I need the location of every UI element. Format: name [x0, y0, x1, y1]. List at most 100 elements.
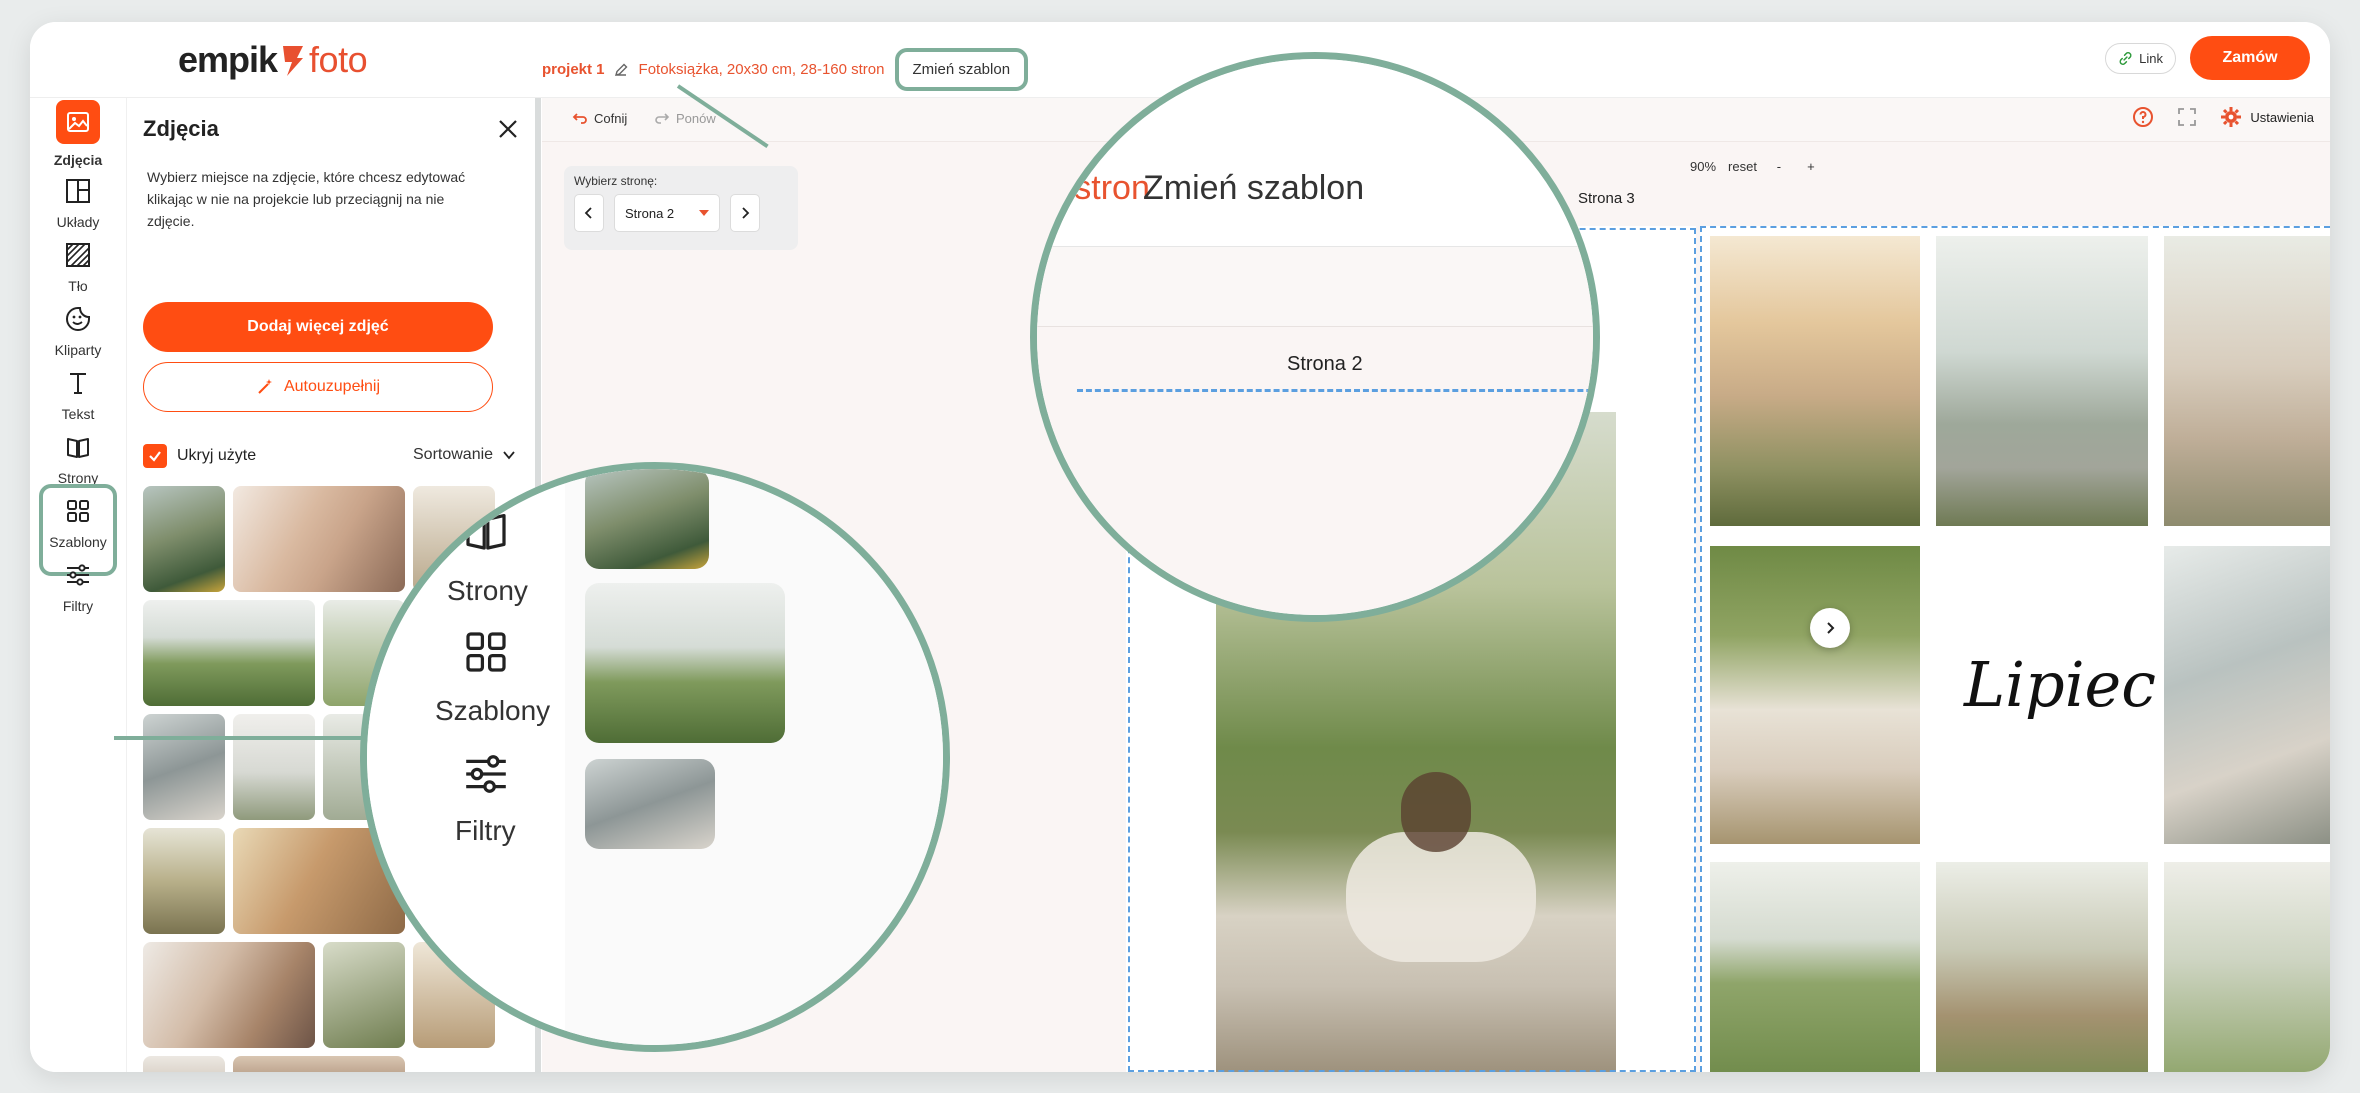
panel-hint: Wybierz miejsce na zdjęcie, które chcesz… — [147, 169, 466, 229]
prev-page-button[interactable] — [574, 194, 604, 232]
photo-thumbnail[interactable] — [143, 714, 225, 820]
callout-thumb-car — [585, 759, 715, 849]
rail-label-layouts: Układy — [56, 214, 100, 230]
redo-label: Ponów — [676, 110, 716, 126]
magic-wand-icon — [258, 379, 272, 394]
zoom-value: 90% — [1690, 158, 1717, 174]
page-3-photo-field[interactable] — [2164, 862, 2330, 1072]
page-3-photo-picnic[interactable] — [1710, 546, 1920, 844]
redo-icon — [655, 113, 670, 124]
logo-empik-text: empik — [178, 39, 278, 80]
next-page-button[interactable] — [730, 194, 760, 232]
pencil-icon[interactable] — [613, 62, 629, 78]
project-info: projekt 1 Fotoksiążka, 20x30 cm, 28-160 … — [542, 48, 1029, 91]
page-3-photo-car[interactable] — [1936, 236, 2148, 526]
zoom-out-button[interactable]: - — [1769, 156, 1789, 176]
callout-thumb-field — [585, 583, 785, 743]
undo-button[interactable]: Cofnij — [572, 110, 627, 126]
add-photos-button[interactable]: Dodaj więcej zdjęć — [143, 302, 493, 352]
link-label: Link — [2139, 50, 2163, 66]
settings-label: Ustawienia — [2250, 109, 2314, 125]
callout-project-desc: 60 stron — [1030, 169, 1150, 207]
page-3-photo-couple-kiss[interactable] — [1710, 236, 1920, 526]
chevron-down-icon — [503, 451, 515, 460]
chevron-right-icon — [742, 207, 750, 219]
callout-grid-icon — [466, 632, 506, 672]
autofill-button[interactable]: Autouzupełnij — [143, 362, 493, 412]
photo-thumbnail[interactable] — [143, 828, 225, 934]
photo-thumbnail[interactable] — [143, 942, 315, 1048]
chevron-left-icon — [584, 207, 592, 219]
photo-thumbnail[interactable] — [143, 600, 315, 706]
sort-label: Sortowanie — [413, 446, 494, 463]
toolbar-right: Ustawienia — [2132, 106, 2314, 128]
callout-label-filters: Filtry — [455, 815, 516, 846]
photo-thumbnail[interactable] — [143, 1056, 225, 1072]
callout-page-label: Strona 2 — [1287, 353, 1363, 375]
rail-label-templates: Szablony — [49, 534, 107, 550]
callout-thumb-forest — [585, 469, 709, 569]
hide-used-toggle[interactable]: Ukryj użyte — [143, 444, 256, 468]
callout-sliders-icon — [466, 755, 506, 793]
page-3-photo-couple-partial[interactable] — [2164, 236, 2330, 526]
help-icon[interactable] — [2132, 106, 2154, 128]
chevron-right-icon — [1827, 622, 1835, 634]
gear-icon — [2221, 107, 2242, 127]
order-button[interactable]: Zamów — [2190, 36, 2310, 80]
page-3[interactable]: Lipiec — [1700, 226, 2330, 1072]
empik-foto-logo[interactable]: empik foto — [178, 36, 368, 84]
share-link-button[interactable]: Link — [2105, 42, 2176, 74]
page-selector-label: Wybierz stronę: — [574, 174, 658, 188]
text-icon — [70, 373, 86, 394]
change-template-button[interactable]: Zmień szablon — [894, 48, 1029, 91]
photo-thumbnail[interactable] — [143, 486, 225, 592]
layout-icon — [66, 179, 90, 203]
photo-thumbnail[interactable] — [233, 1056, 405, 1072]
zoom-callout-templates: Strony Szablony Filtry — [360, 462, 950, 1052]
image-icon — [67, 112, 89, 132]
autofill-label: Autouzupełnij — [283, 378, 381, 395]
zoom-reset-button[interactable]: reset — [1728, 159, 1757, 174]
next-spread-button[interactable] — [1810, 608, 1850, 648]
book-icon — [67, 438, 89, 458]
zoom-in-button[interactable]: + — [1801, 156, 1821, 176]
grid-icon — [67, 500, 89, 522]
page-3-month-text[interactable]: Lipiec — [1964, 648, 2156, 721]
zoom-callout-change-template: 60 stron Zmień szablon Strona 2 — [1030, 52, 1600, 622]
callout-connector-left — [114, 736, 384, 740]
page-3-photo-carry[interactable] — [1710, 862, 1920, 1072]
sort-dropdown[interactable]: Sortowanie — [413, 446, 517, 464]
settings-button[interactable]: Ustawienia — [2220, 106, 2314, 128]
project-description: Fotoksiążka, 20x30 cm, 28-160 stron — [638, 61, 885, 78]
hide-used-label: Ukryj użyte — [177, 447, 257, 464]
rail-item-filters[interactable]: Filtry — [30, 552, 126, 632]
fullscreen-icon[interactable] — [2176, 106, 2198, 128]
project-name[interactable]: projekt 1 — [542, 61, 605, 78]
callout-change-template: Zmień szablon — [1143, 169, 1365, 207]
rail-label-filters: Filtry — [62, 598, 94, 614]
hide-used-checkbox[interactable] — [143, 444, 167, 468]
rail-label-photos: Zdjęcia — [53, 152, 103, 168]
undo-label: Cofnij — [594, 110, 628, 126]
close-icon[interactable] — [497, 118, 519, 140]
app-window: empik foto projekt 1 Fotoksiążka, 20x30 … — [30, 22, 2330, 1072]
tool-rail: Zdjęcia Układy Tło Kliparty Tekst Strony… — [30, 98, 126, 1072]
page-dropdown-value: Strona 2 — [625, 205, 675, 221]
caret-down-icon — [699, 210, 709, 216]
zoom-controls: 90% reset - + — [1690, 156, 1821, 176]
callout-label-templates: Szablony — [435, 695, 551, 726]
background-icon — [66, 243, 90, 267]
page-3-photo-embrace[interactable] — [1936, 862, 2148, 1072]
page-3-photo-car-closeup[interactable] — [2164, 546, 2330, 844]
undo-icon — [572, 113, 587, 124]
redo-button[interactable]: Ponów — [654, 110, 716, 126]
photos-icon-box — [56, 100, 100, 144]
header-actions: Link Zamów — [2105, 36, 2310, 80]
rail-label-cliparts: Kliparty — [54, 342, 102, 358]
logo-mark-icon — [283, 46, 304, 76]
page-dropdown[interactable]: Strona 2 — [614, 194, 720, 232]
check-icon — [149, 451, 161, 462]
rail-label-text: Tekst — [61, 406, 95, 422]
sticker-icon — [66, 307, 90, 331]
photo-thumbnail[interactable] — [233, 714, 315, 820]
